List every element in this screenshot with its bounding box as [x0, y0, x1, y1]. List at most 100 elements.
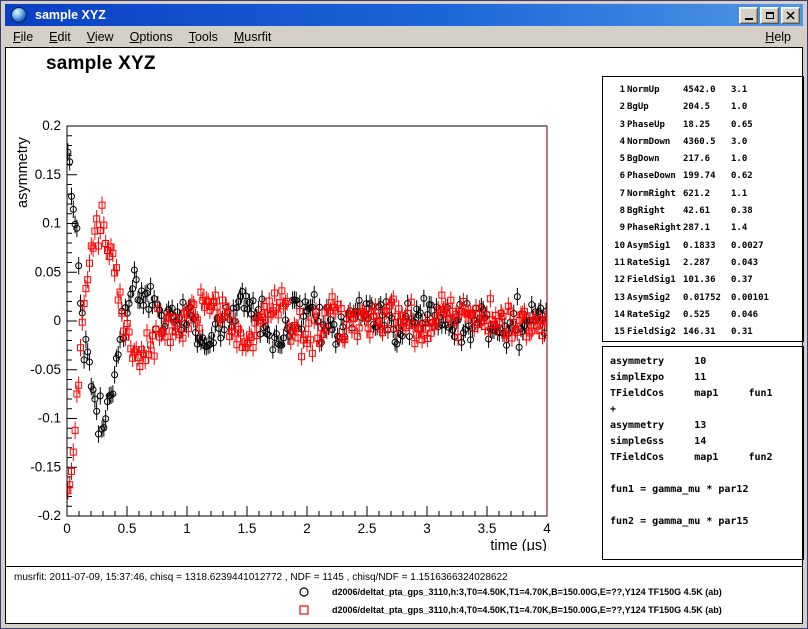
- maximize-icon: [766, 12, 774, 19]
- close-icon: [786, 11, 795, 20]
- fit-statistics: musrfit: 2011-07-09, 15:37:46, chisq = 1…: [14, 572, 508, 583]
- window-controls: [739, 7, 800, 24]
- menu-item-help[interactable]: Help: [757, 28, 799, 46]
- maximize-button[interactable]: [760, 7, 779, 24]
- parameter-name: FieldSig2: [627, 324, 681, 341]
- parameter-row: 14RateSig20.5250.046: [609, 307, 803, 324]
- legend-entry: d2006/deltat_pta_gps_3110,h:3,T0=4.50K,T…: [298, 586, 722, 598]
- theory-line: TFieldCos map1 fun1: [610, 386, 803, 402]
- theory-line: +: [610, 402, 803, 418]
- svg-text:0: 0: [53, 313, 61, 328]
- parameter-name: AsymSig2: [627, 290, 681, 307]
- parameter-value: 0.525: [683, 307, 729, 324]
- window-title: sample XYZ: [35, 8, 106, 22]
- svg-text:2.5: 2.5: [358, 521, 377, 536]
- parameter-error: 1.1: [731, 186, 803, 203]
- parameter-error: 3.0: [731, 134, 803, 151]
- parameter-no: 4: [609, 134, 625, 151]
- parameter-error: 1.0: [731, 151, 803, 168]
- parameter-name: AsymSig1: [627, 238, 681, 255]
- parameter-no: 15: [609, 324, 625, 341]
- parameter-row: 7NormRight621.21.1: [609, 186, 803, 203]
- parameter-error: 1.0: [731, 99, 803, 116]
- svg-text:1: 1: [183, 521, 191, 536]
- legend-label: d2006/deltat_pta_gps_3110,h:4,T0=4.50K,T…: [332, 605, 722, 615]
- parameter-name: BgDown: [627, 151, 681, 168]
- minimize-icon: [745, 18, 753, 20]
- menu-item-tools[interactable]: Tools: [181, 28, 226, 46]
- parameter-no: 13: [609, 290, 625, 307]
- svg-text:3: 3: [423, 521, 431, 536]
- parameter-no: 7: [609, 186, 625, 203]
- menu-item-edit[interactable]: Edit: [41, 28, 79, 46]
- parameter-no: 14: [609, 307, 625, 324]
- parameter-no: 3: [609, 117, 625, 134]
- theory-line: simpleGss 14: [610, 434, 803, 450]
- parameter-name: RateSig2: [627, 307, 681, 324]
- parameter-error: 1.4: [731, 220, 803, 237]
- svg-text:0.2: 0.2: [42, 118, 61, 133]
- parameter-value: 42.61: [683, 203, 729, 220]
- parameter-row: 1NormUp4542.03.1: [609, 82, 803, 99]
- theory-line: TFieldCos map1 fun2: [610, 450, 803, 466]
- parameter-value: 621.2: [683, 186, 729, 203]
- app-window: sample XYZ FileEditViewOptionsToolsMusrf…: [0, 0, 808, 629]
- root-canvas[interactable]: sample XYZ 00.511.522.533.540.20.150.10.…: [5, 47, 803, 624]
- parameter-row: 5BgDown217.61.0: [609, 151, 803, 168]
- menu-item-musrfit[interactable]: Musrfit: [226, 28, 280, 46]
- plot-data: [65, 143, 549, 499]
- parameter-no: 5: [609, 151, 625, 168]
- parameter-no: 6: [609, 168, 625, 185]
- parameter-no: 10: [609, 238, 625, 255]
- parameter-name: PhaseUp: [627, 117, 681, 134]
- fit-parameters-panel: 1NormUp4542.03.12BgUp204.51.03PhaseUp18.…: [602, 76, 804, 342]
- parameter-value: 101.36: [683, 272, 729, 289]
- parameter-name: PhaseDown: [627, 168, 681, 185]
- theory-line: [610, 498, 803, 514]
- parameter-no: 11: [609, 255, 625, 272]
- legend-entry: d2006/deltat_pta_gps_3110,h:4,T0=4.50K,T…: [298, 604, 722, 616]
- svg-text:-0.1: -0.1: [38, 411, 61, 426]
- svg-text:1.5: 1.5: [238, 521, 257, 536]
- asymmetry-plot[interactable]: 00.511.522.533.540.20.150.10.050-0.05-0.…: [12, 61, 597, 551]
- parameter-error: 0.62: [731, 168, 803, 185]
- series-circles: [65, 143, 549, 442]
- close-button[interactable]: [781, 7, 800, 24]
- theory-line: [610, 466, 803, 482]
- legend-marker-square-icon: [298, 604, 310, 616]
- menu-items: FileEditViewOptionsToolsMusrfit: [5, 28, 279, 46]
- menu-item-view[interactable]: View: [79, 28, 122, 46]
- theory-line: fun2 = gamma_mu * par15: [610, 514, 803, 530]
- parameter-row: 6PhaseDown199.740.62: [609, 168, 803, 185]
- parameter-error: 0.38: [731, 203, 803, 220]
- parameter-value: 4542.0: [683, 82, 729, 99]
- series-squares: [65, 196, 549, 499]
- svg-text:-0.05: -0.05: [30, 362, 61, 377]
- parameter-value: 18.25: [683, 117, 729, 134]
- parameter-value: 217.6: [683, 151, 729, 168]
- parameter-row: 13AsymSig20.017520.00101: [609, 290, 803, 307]
- parameter-value: 287.1: [683, 220, 729, 237]
- svg-text:3.5: 3.5: [478, 521, 497, 536]
- parameter-value: 199.74: [683, 168, 729, 185]
- parameter-value: 2.287: [683, 255, 729, 272]
- parameter-no: 1: [609, 82, 625, 99]
- parameter-value: 146.31: [683, 324, 729, 341]
- minimize-button[interactable]: [739, 7, 758, 24]
- theory-panel: asymmetry 10simplExpo 11TFieldCos map1 f…: [602, 346, 804, 560]
- menu-item-options[interactable]: Options: [122, 28, 181, 46]
- theory-line: simplExpo 11: [610, 370, 803, 386]
- parameter-row: 11RateSig12.2870.043: [609, 255, 803, 272]
- svg-text:0.05: 0.05: [35, 264, 61, 279]
- parameter-name: BgRight: [627, 203, 681, 220]
- title-bar[interactable]: sample XYZ: [5, 4, 803, 26]
- parameter-row: 9PhaseRight287.11.4: [609, 220, 803, 237]
- menu-item-file[interactable]: File: [5, 28, 41, 46]
- legend-label: d2006/deltat_pta_gps_3110,h:3,T0=4.50K,T…: [332, 587, 722, 597]
- info-panel: musrfit: 2011-07-09, 15:37:46, chisq = 1…: [6, 566, 802, 623]
- svg-text:0: 0: [63, 521, 71, 536]
- y-axis-title: asymmetry: [15, 136, 31, 208]
- parameter-row: 10AsymSig10.18330.0027: [609, 238, 803, 255]
- parameter-row: 2BgUp204.51.0: [609, 99, 803, 116]
- legend-marker-circle-icon: [298, 586, 310, 598]
